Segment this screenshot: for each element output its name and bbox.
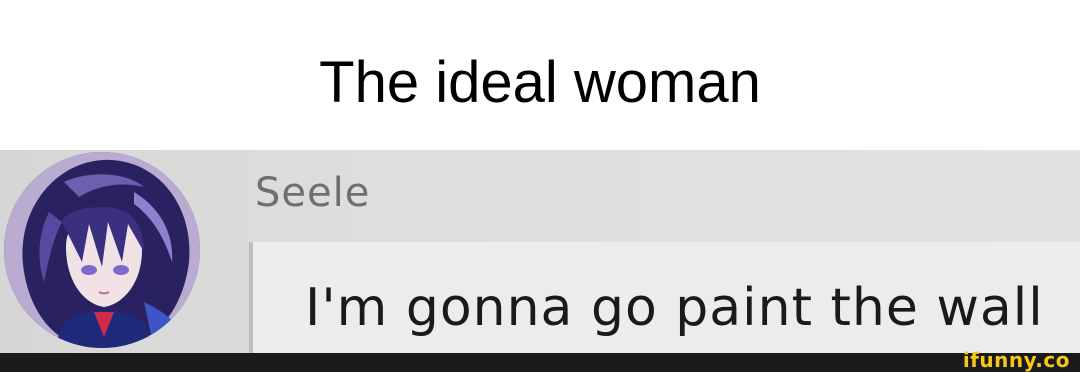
avatar (4, 152, 200, 348)
meme-caption: The ideal woman (0, 0, 1080, 150)
caption-text: The ideal woman (319, 50, 761, 115)
message-bubble: I'm gonna go paint the wall (249, 242, 1080, 353)
chat-message-panel: Seele I'm gonna go paint the wall (0, 150, 1080, 353)
anime-character-avatar-icon (4, 152, 200, 348)
sender-name: Seele (255, 170, 371, 216)
meme-image: The ideal woman Seele I'm gonna go paint… (0, 0, 1080, 372)
ifunny-watermark: ifunny.co (962, 348, 1070, 372)
watermark-bar: ifunny.co (0, 348, 1080, 372)
message-text: I'm gonna go paint the wall (305, 278, 1044, 338)
